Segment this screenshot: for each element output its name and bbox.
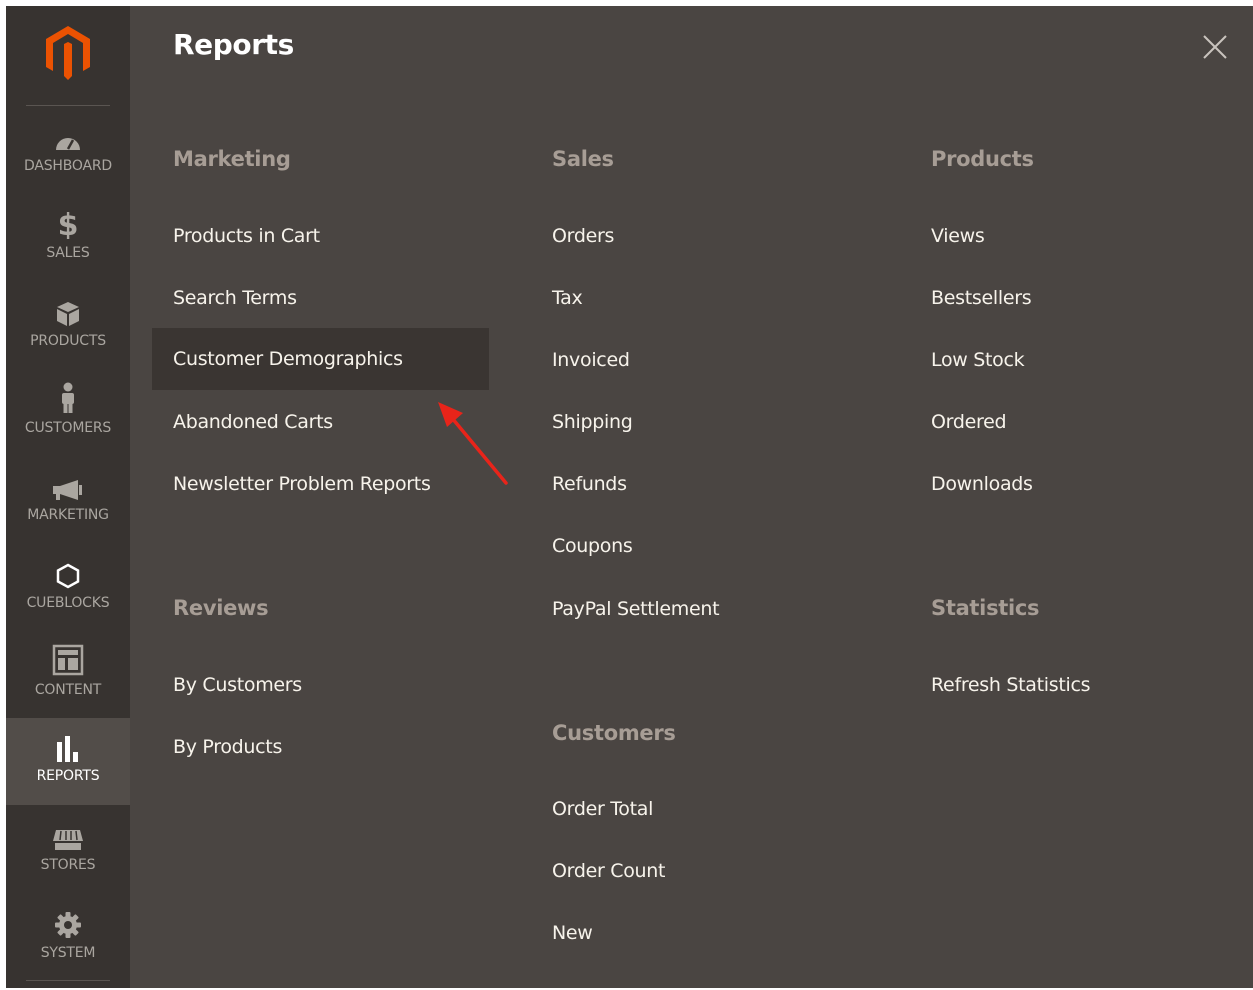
link-order-total[interactable]: Order Total (552, 778, 653, 840)
sidebar-divider (26, 105, 110, 106)
link-bestsellers[interactable]: Bestsellers (931, 267, 1032, 329)
sidebar-divider (26, 980, 110, 981)
box-icon (57, 302, 79, 326)
link-products-in-cart[interactable]: Products in Cart (173, 205, 320, 267)
link-paypal-settlement[interactable]: PayPal Settlement (552, 578, 720, 640)
link-coupons[interactable]: Coupons (552, 515, 633, 577)
link-new[interactable]: New (552, 902, 593, 964)
link-tax[interactable]: Tax (552, 267, 583, 329)
link-refresh-statistics[interactable]: Refresh Statistics (931, 654, 1091, 716)
svg-text:$: $ (58, 209, 78, 239)
link-by-customers[interactable]: By Customers (173, 654, 302, 716)
reports-menu-panel: Reports Marketing Products in Cart Searc… (130, 6, 1253, 988)
nav-item-cueblocks[interactable]: CUEBLOCKS (6, 553, 130, 640)
nav-item-system[interactable]: SYSTEM (6, 903, 130, 990)
link-newsletter-problem-reports[interactable]: Newsletter Problem Reports (173, 453, 431, 515)
link-low-stock[interactable]: Low Stock (931, 329, 1025, 391)
dashboard-icon (56, 138, 80, 150)
hexagon-icon (56, 563, 80, 589)
nav-item-sales[interactable]: $ SALES (6, 203, 130, 290)
link-ordered[interactable]: Ordered (931, 391, 1007, 453)
nav-label: SYSTEM (40, 945, 96, 961)
heading-marketing: Marketing (173, 147, 291, 171)
nav-label: CUEBLOCKS (26, 595, 110, 611)
link-order-count[interactable]: Order Count (552, 840, 665, 902)
store-icon (53, 830, 83, 850)
heading-products: Products (931, 147, 1034, 171)
person-icon (62, 382, 74, 413)
nav-item-dashboard[interactable]: DASHBOARD (6, 116, 130, 203)
nav-label: STORES (40, 857, 96, 873)
gear-icon (55, 912, 81, 938)
admin-sidebar: DASHBOARD $ SALES PRODUCTS CUSTOMERS MAR… (6, 6, 130, 988)
nav-label: MARKETING (27, 507, 109, 523)
bar-chart-icon (57, 736, 78, 762)
panel-title: Reports (173, 28, 294, 61)
link-orders[interactable]: Orders (552, 205, 614, 267)
link-by-products[interactable]: By Products (173, 716, 282, 778)
nav-label: PRODUCTS (30, 333, 106, 349)
close-icon[interactable] (1202, 34, 1228, 60)
megaphone-icon (53, 480, 82, 500)
link-views[interactable]: Views (931, 205, 985, 267)
link-shipping[interactable]: Shipping (552, 391, 633, 453)
nav-label: CUSTOMERS (24, 420, 112, 436)
nav-label: REPORTS (36, 768, 100, 784)
nav-label: CONTENT (34, 682, 102, 698)
link-refunds[interactable]: Refunds (552, 453, 627, 515)
heading-statistics: Statistics (931, 596, 1040, 620)
nav-label: DASHBOARD (24, 158, 112, 174)
link-downloads[interactable]: Downloads (931, 453, 1033, 515)
nav-item-products[interactable]: PRODUCTS (6, 291, 130, 378)
link-invoiced[interactable]: Invoiced (552, 329, 630, 391)
nav-item-customers[interactable]: CUSTOMERS (6, 378, 130, 465)
nav-item-content[interactable]: CONTENT (6, 640, 130, 727)
dollar-icon: $ (58, 209, 78, 239)
nav-item-marketing[interactable]: MARKETING (6, 465, 130, 552)
nav-item-stores[interactable]: STORES (6, 815, 130, 902)
link-customer-demographics[interactable]: Customer Demographics (152, 328, 489, 390)
link-abandoned-carts[interactable]: Abandoned Carts (173, 391, 333, 453)
nav-item-reports[interactable]: REPORTS (6, 718, 130, 805)
heading-customers: Customers (552, 721, 676, 745)
nav-label: SALES (46, 245, 90, 261)
heading-sales: Sales (552, 147, 614, 171)
magento-logo[interactable] (42, 24, 94, 82)
layout-icon (52, 644, 84, 676)
link-search-terms[interactable]: Search Terms (173, 267, 297, 329)
heading-reviews: Reviews (173, 596, 269, 620)
